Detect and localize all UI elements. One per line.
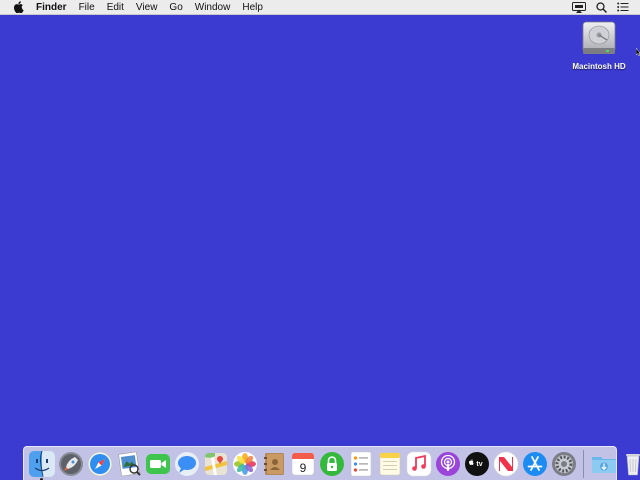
launchpad-rocket-icon: [58, 451, 83, 476]
apple-logo-icon[interactable]: [12, 1, 26, 13]
dock: 9 tv: [23, 446, 640, 480]
menu-window[interactable]: Window: [189, 0, 237, 15]
apple-tv-label: tv: [476, 461, 482, 468]
dock-apple-tv[interactable]: tv: [464, 451, 490, 477]
menu-file[interactable]: File: [73, 0, 101, 15]
dock-reminders[interactable]: [348, 451, 374, 477]
news-icon: [493, 451, 518, 476]
dock-news[interactable]: [493, 451, 519, 477]
menu-help[interactable]: Help: [236, 0, 269, 15]
dock-finder[interactable]: [28, 450, 55, 480]
calendar-icon: 9: [291, 452, 314, 475]
safari-compass-icon: [87, 451, 112, 476]
spotlight-search-icon[interactable]: [594, 1, 608, 13]
dock-photos[interactable]: [232, 451, 258, 477]
dock-safari[interactable]: [87, 451, 113, 477]
apple-tv-icon: tv: [464, 451, 489, 476]
podcasts-icon: [435, 451, 460, 476]
dock-keychain-access[interactable]: [319, 451, 345, 477]
dock-launchpad[interactable]: [58, 451, 84, 477]
dock-contacts[interactable]: [261, 451, 287, 477]
airplay-display-icon[interactable]: [572, 1, 586, 13]
dock-messages[interactable]: [174, 451, 200, 477]
maps-icon: [204, 452, 227, 475]
dock-preview[interactable]: [116, 451, 142, 477]
contacts-book-icon: [263, 452, 284, 475]
desktop-icon-macintosh-hd[interactable]: Macintosh HD: [566, 20, 632, 71]
app-store-icon: [522, 451, 547, 476]
preview-icon: [117, 451, 141, 476]
dock-system-preferences[interactable]: [551, 451, 577, 477]
photos-flower-icon: [232, 451, 257, 476]
reminders-list-icon: [350, 451, 371, 476]
dock-music[interactable]: [406, 451, 432, 477]
mouse-cursor-icon: [636, 48, 640, 56]
dock-downloads-folder[interactable]: [591, 451, 617, 477]
dock-separator: [583, 449, 584, 478]
dock-facetime[interactable]: [145, 451, 171, 477]
dock-notes[interactable]: [377, 451, 403, 477]
gear-icon: [551, 451, 576, 476]
hard-drive-icon: [582, 21, 616, 54]
desktop-icon-label: Macintosh HD: [572, 62, 626, 71]
downloads-folder-icon: [591, 456, 616, 473]
finder-icon: [28, 450, 55, 477]
dock-podcasts[interactable]: [435, 451, 461, 477]
menu-bar: Finder File Edit View Go Window Help: [0, 0, 640, 15]
menu-finder[interactable]: Finder: [34, 0, 73, 15]
notification-center-icon[interactable]: [616, 1, 630, 13]
lock-icon: [319, 451, 344, 476]
dock-app-store[interactable]: [522, 451, 548, 477]
menu-view[interactable]: View: [130, 0, 164, 15]
facetime-video-icon: [145, 453, 170, 474]
menu-edit[interactable]: Edit: [101, 0, 130, 15]
dock-calendar[interactable]: 9: [290, 451, 316, 477]
calendar-day-number: 9: [299, 461, 306, 475]
messages-bubble-icon: [174, 451, 199, 476]
dock-trash[interactable]: [620, 451, 640, 477]
menu-go[interactable]: Go: [163, 0, 188, 15]
music-note-icon: [406, 451, 431, 476]
dock-maps[interactable]: [203, 451, 229, 477]
notes-icon: [379, 452, 400, 475]
trash-icon: [625, 453, 640, 475]
